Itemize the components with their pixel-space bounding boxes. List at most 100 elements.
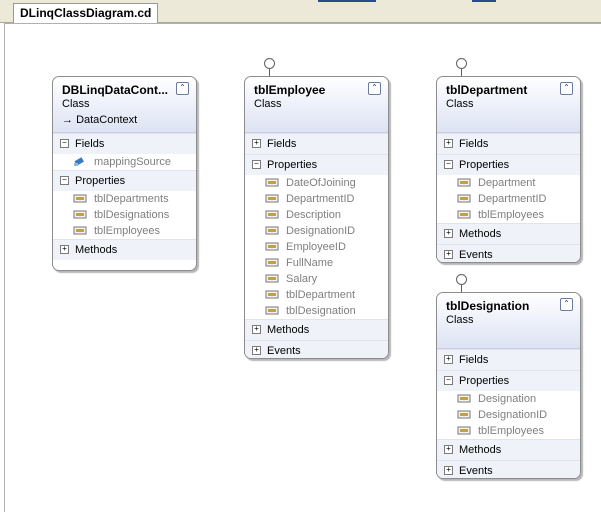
section-label: Properties: [267, 159, 318, 171]
expand-toggle-icon[interactable]: +: [252, 324, 261, 334]
section-label: Fields: [267, 138, 297, 150]
inherit-arrow-icon: →: [62, 114, 73, 126]
base-class: → DataContext: [62, 114, 187, 126]
section-label: Properties: [459, 375, 510, 387]
collapse-toggle-icon[interactable]: −: [444, 375, 453, 385]
member-property[interactable]: DesignationID: [245, 223, 388, 239]
member-property[interactable]: tblDesignation: [245, 303, 388, 319]
property-icon: [73, 210, 87, 219]
expand-toggle-icon[interactable]: +: [252, 345, 261, 355]
class-shape-tbldesignation[interactable]: tblDesignation Class ⌃ + Fields − Properti…: [436, 292, 581, 479]
expand-toggle-icon[interactable]: +: [252, 138, 261, 148]
member-property[interactable]: tblEmployees: [437, 207, 580, 223]
member-property[interactable]: Description: [245, 207, 388, 223]
section-methods[interactable]: + Methods: [437, 223, 580, 244]
member-name: DateOfJoining: [286, 177, 356, 189]
collapse-chevron-icon[interactable]: ⌃: [368, 82, 381, 95]
shape-header[interactable]: tblEmployee Class ⌃: [245, 77, 388, 133]
property-icon: [73, 226, 87, 235]
section-label: Methods: [459, 444, 502, 456]
collapse-toggle-icon[interactable]: −: [252, 159, 261, 169]
collapse-chevron-icon[interactable]: ⌃: [560, 298, 573, 311]
property-icon: [265, 306, 279, 315]
member-name: Designation: [478, 393, 537, 405]
member-property[interactable]: tblDepartment: [245, 287, 388, 303]
collapse-chevron-icon[interactable]: ⌃: [176, 82, 189, 95]
section-events[interactable]: + Events: [437, 244, 580, 262]
class-name: tblDepartment: [446, 83, 528, 97]
section-methods[interactable]: + Methods: [53, 239, 196, 260]
expand-toggle-icon[interactable]: +: [444, 465, 453, 475]
section-methods[interactable]: + Methods: [245, 319, 388, 340]
shape-header[interactable]: tblDesignation Class ⌃: [437, 293, 580, 349]
member-property[interactable]: tblDesignations: [53, 207, 196, 223]
collapse-toggle-icon[interactable]: −: [444, 159, 453, 169]
section-fields[interactable]: − Fields: [53, 133, 196, 154]
member-field[interactable]: mappingSource: [53, 154, 196, 170]
tab-strip-accent-2: [472, 0, 496, 2]
class-kind: Class: [446, 98, 474, 110]
section-events[interactable]: + Events: [245, 340, 388, 358]
section-fields[interactable]: + Fields: [245, 133, 388, 154]
class-kind: Class: [62, 98, 90, 110]
expand-toggle-icon[interactable]: +: [444, 138, 453, 148]
section-properties[interactable]: − Properties: [437, 370, 580, 391]
member-property[interactable]: Salary: [245, 271, 388, 287]
property-icon: [265, 178, 279, 187]
member-property[interactable]: tblDepartments: [53, 191, 196, 207]
member-name: tblDesignation: [286, 305, 356, 317]
member-property[interactable]: DateOfJoining: [245, 175, 388, 191]
shape-header[interactable]: DBLinqDataCont... Class → DataContext ⌃: [53, 77, 196, 133]
field-icon: [74, 156, 84, 166]
collapse-toggle-icon[interactable]: −: [60, 138, 69, 148]
interface-connector-stem: [269, 68, 270, 76]
member-name: tblDesignations: [94, 209, 170, 221]
property-icon: [457, 210, 471, 219]
shape-header[interactable]: tblDepartment Class ⌃: [437, 77, 580, 133]
section-fields[interactable]: + Fields: [437, 349, 580, 370]
expand-toggle-icon[interactable]: +: [444, 354, 453, 364]
member-name: DepartmentID: [478, 193, 547, 205]
section-fields[interactable]: + Fields: [437, 133, 580, 154]
member-name: Department: [478, 177, 536, 189]
member-property[interactable]: Designation: [437, 391, 580, 407]
member-property[interactable]: EmployeeID: [245, 239, 388, 255]
base-class-name: DataContext: [76, 114, 138, 126]
property-icon: [457, 178, 471, 187]
section-properties[interactable]: − Properties: [437, 154, 580, 175]
member-name: EmployeeID: [286, 241, 346, 253]
collapse-toggle-icon[interactable]: −: [60, 175, 69, 185]
property-icon: [457, 394, 471, 403]
diagram-canvas[interactable]: DBLinqDataCont... Class → DataContext ⌃ …: [4, 23, 601, 512]
class-shape-tbldepartment[interactable]: tblDepartment Class ⌃ + Fields − Propertie…: [436, 76, 581, 263]
expand-toggle-icon[interactable]: +: [60, 244, 69, 254]
expand-toggle-icon[interactable]: +: [444, 444, 453, 454]
class-shape-tblemployee[interactable]: tblEmployee Class ⌃ + Fields − Properties …: [244, 76, 389, 359]
section-label: Fields: [459, 354, 489, 366]
member-property[interactable]: tblEmployees: [53, 223, 196, 239]
property-icon: [265, 242, 279, 251]
class-name: tblDesignation: [446, 299, 530, 313]
member-property[interactable]: DesignationID: [437, 407, 580, 423]
member-property[interactable]: DepartmentID: [437, 191, 580, 207]
member-property[interactable]: tblEmployees: [437, 423, 580, 439]
expand-toggle-icon[interactable]: +: [444, 249, 453, 259]
member-property[interactable]: DepartmentID: [245, 191, 388, 207]
section-methods[interactable]: + Methods: [437, 439, 580, 460]
member-name: DesignationID: [478, 409, 548, 421]
section-label: Events: [459, 249, 493, 261]
section-label: Properties: [75, 175, 126, 187]
collapse-chevron-icon[interactable]: ⌃: [560, 82, 573, 95]
member-property[interactable]: Department: [437, 175, 580, 191]
class-shape-dblinqdatacontext[interactable]: DBLinqDataCont... Class → DataContext ⌃ …: [52, 76, 197, 271]
expand-toggle-icon[interactable]: +: [444, 228, 453, 238]
section-properties[interactable]: − Properties: [53, 170, 196, 191]
member-name: Salary: [286, 273, 318, 285]
member-property[interactable]: FullName: [245, 255, 388, 271]
tab-strip-accent-1: [318, 0, 376, 2]
section-properties[interactable]: − Properties: [245, 154, 388, 175]
property-icon: [265, 210, 279, 219]
class-name: tblEmployee: [254, 83, 326, 97]
tab-class-diagram[interactable]: DLinqClassDiagram.cd: [13, 3, 159, 23]
section-events[interactable]: + Events: [437, 460, 580, 478]
